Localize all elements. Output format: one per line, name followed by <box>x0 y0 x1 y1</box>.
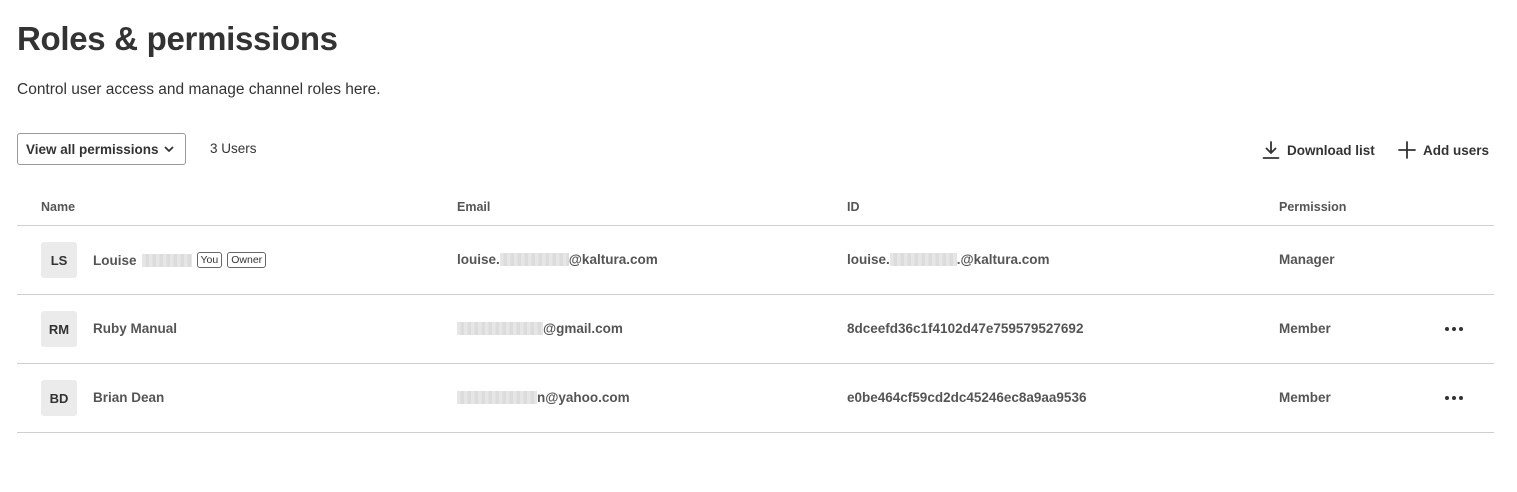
roles-permissions-page: Roles & permissions Control user access … <box>0 0 1517 492</box>
avatar: LS <box>41 242 77 278</box>
chevron-down-icon <box>164 146 174 152</box>
you-badge: You <box>196 252 223 268</box>
user-id: 8dceefd36c1f4102d47e759579527692 <box>847 321 1084 336</box>
table-header: Name Email ID Permission <box>17 190 1494 226</box>
user-name-text: Brian Dean <box>93 390 165 405</box>
email-suffix: @kaltura.com <box>568 252 658 267</box>
more-options-button[interactable] <box>1441 388 1467 408</box>
user-name: Brian Dean <box>93 390 164 405</box>
user-email: louise. @kaltura.com <box>457 252 658 267</box>
column-header-permission[interactable]: Permission <box>1279 200 1346 214</box>
more-dot <box>1459 396 1463 400</box>
column-header-name[interactable]: Name <box>41 200 75 214</box>
permissions-filter-dropdown[interactable]: View all permissions <box>17 133 186 165</box>
plus-icon <box>1398 141 1416 159</box>
table-row[interactable]: LS Louise You Owner louise. @kaltura.com… <box>17 226 1494 295</box>
users-table: Name Email ID Permission LS Louise You O… <box>17 190 1494 433</box>
redacted-text <box>141 253 192 267</box>
add-users-label: Add users <box>1423 142 1490 158</box>
redacted-text <box>499 253 569 266</box>
page-title: Roles & permissions <box>17 20 338 57</box>
user-count: 3 Users <box>210 141 257 156</box>
user-name-text: Ruby Manual <box>93 321 178 336</box>
user-email: @gmail.com <box>457 321 623 336</box>
table-row[interactable]: RM Ruby Manual @gmail.com 8dceefd36c1f41… <box>17 295 1494 364</box>
user-permission: Member <box>1279 390 1331 405</box>
redacted-text <box>457 322 543 335</box>
redacted-text <box>889 253 957 266</box>
table-row[interactable]: BD Brian Dean n@yahoo.com e0be464cf59cd2… <box>17 364 1494 433</box>
user-name: Ruby Manual <box>93 321 177 336</box>
permissions-filter-label: View all permissions <box>26 141 159 157</box>
user-email: n@yahoo.com <box>457 390 630 405</box>
more-dot <box>1445 396 1449 400</box>
add-users-button[interactable]: Add users <box>1397 138 1489 162</box>
user-permission: Manager <box>1279 252 1335 267</box>
owner-badge: Owner <box>227 252 267 268</box>
user-id: louise. .@kaltura.com <box>847 252 1049 267</box>
column-header-id[interactable]: ID <box>847 200 860 214</box>
avatar: BD <box>41 380 77 416</box>
more-dot <box>1452 327 1456 331</box>
user-name-text: Louise <box>93 252 137 268</box>
more-dot <box>1459 327 1463 331</box>
download-icon <box>1262 141 1280 159</box>
user-name: Louise You Owner <box>93 252 267 268</box>
redacted-text <box>457 391 537 404</box>
user-permission: Member <box>1279 321 1331 336</box>
id-suffix: .@kaltura.com <box>956 252 1050 267</box>
avatar: RM <box>41 311 77 347</box>
user-id: e0be464cf59cd2dc45246ec8a9aa9536 <box>847 390 1087 405</box>
more-options-button[interactable] <box>1441 319 1467 339</box>
download-list-label: Download list <box>1287 142 1375 158</box>
email-prefix: louise. <box>457 252 500 267</box>
email-suffix: @gmail.com <box>543 321 623 336</box>
more-dot <box>1452 396 1456 400</box>
more-dot <box>1445 327 1449 331</box>
id-prefix: louise. <box>847 252 890 267</box>
page-subtitle: Control user access and manage channel r… <box>17 81 381 98</box>
download-list-button[interactable]: Download list <box>1261 138 1375 162</box>
column-header-email[interactable]: Email <box>457 200 490 214</box>
email-suffix: n@yahoo.com <box>537 390 630 405</box>
